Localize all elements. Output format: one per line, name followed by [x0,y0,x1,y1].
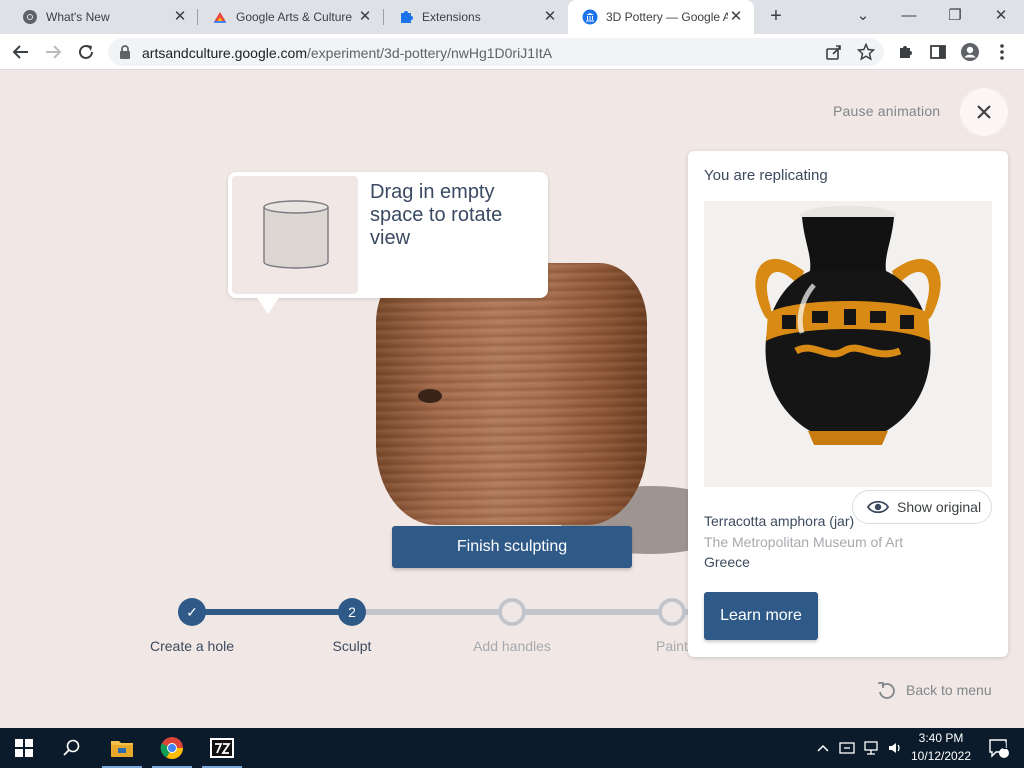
show-original-button[interactable]: Show original [852,490,992,524]
file-explorer-icon[interactable] [98,728,146,768]
arts-culture-icon [212,9,228,25]
pottery-page: Pause animation Drag in empty space to r… [0,71,1024,728]
tab-close-icon[interactable]: ✕ [357,9,373,25]
step-marker-sculpt[interactable]: 2 [338,598,366,626]
tab-extensions[interactable]: Extensions ✕ [384,0,568,34]
tab-title: Extensions [422,10,481,24]
cylinder-icon [263,200,329,269]
museum-icon [582,9,598,25]
notification-center-icon[interactable]: 1 [978,728,1018,768]
profile-avatar-icon[interactable] [958,40,982,64]
step-label-paint: Paint [656,638,688,654]
step-label-add-handles: Add handles [473,638,551,654]
address-bar[interactable]: artsandculture.google.com/experiment/3d-… [108,38,884,66]
tab-title: Google Arts & Culture [236,10,353,24]
step-label-sculpt: Sculpt [332,638,372,654]
search-icon[interactable] [48,728,96,768]
close-window-icon[interactable]: ✕ [978,4,1024,30]
tab-arts-culture[interactable]: Google Arts & Culture ✕ [198,0,383,34]
pause-animation-link[interactable]: Pause animation [833,103,940,119]
sculpt-cursor-mark [418,389,442,403]
tab-search-icon[interactable]: ⌄ [840,4,886,30]
tray-chevron-up-icon[interactable] [812,728,834,768]
amphora-illustration [755,206,941,445]
tooltip-text: Drag in empty space to rotate view [370,181,503,249]
clock-date[interactable]: 10/12/2022 [908,749,974,763]
tab-3d-pottery[interactable]: 3D Pottery — Google A ✕ [568,0,754,34]
clay-sculpt-canvas[interactable] [376,263,647,525]
learn-more-button[interactable]: Learn more [704,592,818,640]
step-marker-add-handles[interactable] [498,598,526,626]
url-host: artsandculture.google.com [142,45,307,61]
undo-arrow-icon [878,682,895,699]
puzzle-icon [398,9,414,25]
close-experiment-button[interactable] [960,88,1008,136]
chrome-taskbar-icon[interactable] [148,728,196,768]
url-text: artsandculture.google.com/experiment/3d-… [142,45,552,61]
finish-sculpting-button[interactable]: Finish sculpting [392,526,632,568]
reload-icon[interactable] [74,40,98,64]
browser-toolbar: artsandculture.google.com/experiment/3d-… [0,34,1024,70]
back-to-menu-label: Back to menu [906,682,992,698]
cylinder-illustration [232,176,358,294]
tab-close-icon[interactable]: ✕ [542,9,558,25]
tray-volume-icon[interactable] [884,728,906,768]
notification-count-badge: 1 [1002,741,1008,751]
new-tab-button[interactable]: + [765,6,787,28]
url-path: /experiment/3d-pottery/nwHg1D0riJ1ItA [307,45,553,61]
step-marker-paint[interactable] [658,598,686,626]
checkmark-icon: ✓ [186,603,198,620]
start-windows-icon[interactable] [0,728,48,768]
share-icon[interactable] [822,40,846,64]
restore-icon[interactable]: ❐ [932,4,978,30]
tab-title: What's New [46,10,110,24]
step-label-create-hole: Create a hole [149,638,235,654]
card-heading: You are replicating [704,167,828,184]
step-number: 2 [348,604,356,620]
minimize-icon[interactable]: — [886,4,932,30]
tab-whats-new[interactable]: What's New ✕ [8,0,198,34]
progress-track-done [192,609,352,615]
rotate-hint-tooltip: Drag in empty space to rotate view [228,172,548,314]
tab-title: 3D Pottery — Google A [606,10,728,24]
bookmark-star-icon[interactable] [854,40,878,64]
extensions-puzzle-icon[interactable] [894,40,918,64]
tooltip-tail [256,296,280,314]
windows-taskbar: 3:40 PM 10/12/2022 1 [0,728,1024,768]
close-icon [977,105,991,119]
tab-close-icon[interactable]: ✕ [172,9,188,25]
tray-network-icon[interactable] [860,728,882,768]
tab-close-icon[interactable]: ✕ [728,9,744,25]
artwork-museum: The Metropolitan Museum of Art [704,534,904,550]
tab-strip: What's New ✕ Google Arts & Culture ✕ Ext… [0,0,1024,34]
tray-security-icon[interactable] [836,728,858,768]
chrome-icon [22,9,38,25]
step-marker-create-hole[interactable]: ✓ [178,598,206,626]
show-original-label: Show original [897,499,982,515]
forward-arrow-icon[interactable] [41,40,65,64]
clock-time[interactable]: 3:40 PM [908,731,974,745]
side-panel-icon[interactable] [926,40,950,64]
amphora-image: Show original [704,201,992,524]
back-to-menu-link[interactable]: Back to menu [876,680,992,700]
lock-icon[interactable] [118,44,132,65]
back-arrow-icon[interactable] [9,40,33,64]
artwork-origin: Greece [704,554,750,570]
eye-icon [867,500,889,514]
7zip-icon[interactable] [198,728,246,768]
menu-kebab-icon[interactable] [990,40,1014,64]
replicating-card: You are replicating Show original Terrac… [688,151,1008,657]
artwork-title: Terracotta amphora (jar) [704,513,855,529]
